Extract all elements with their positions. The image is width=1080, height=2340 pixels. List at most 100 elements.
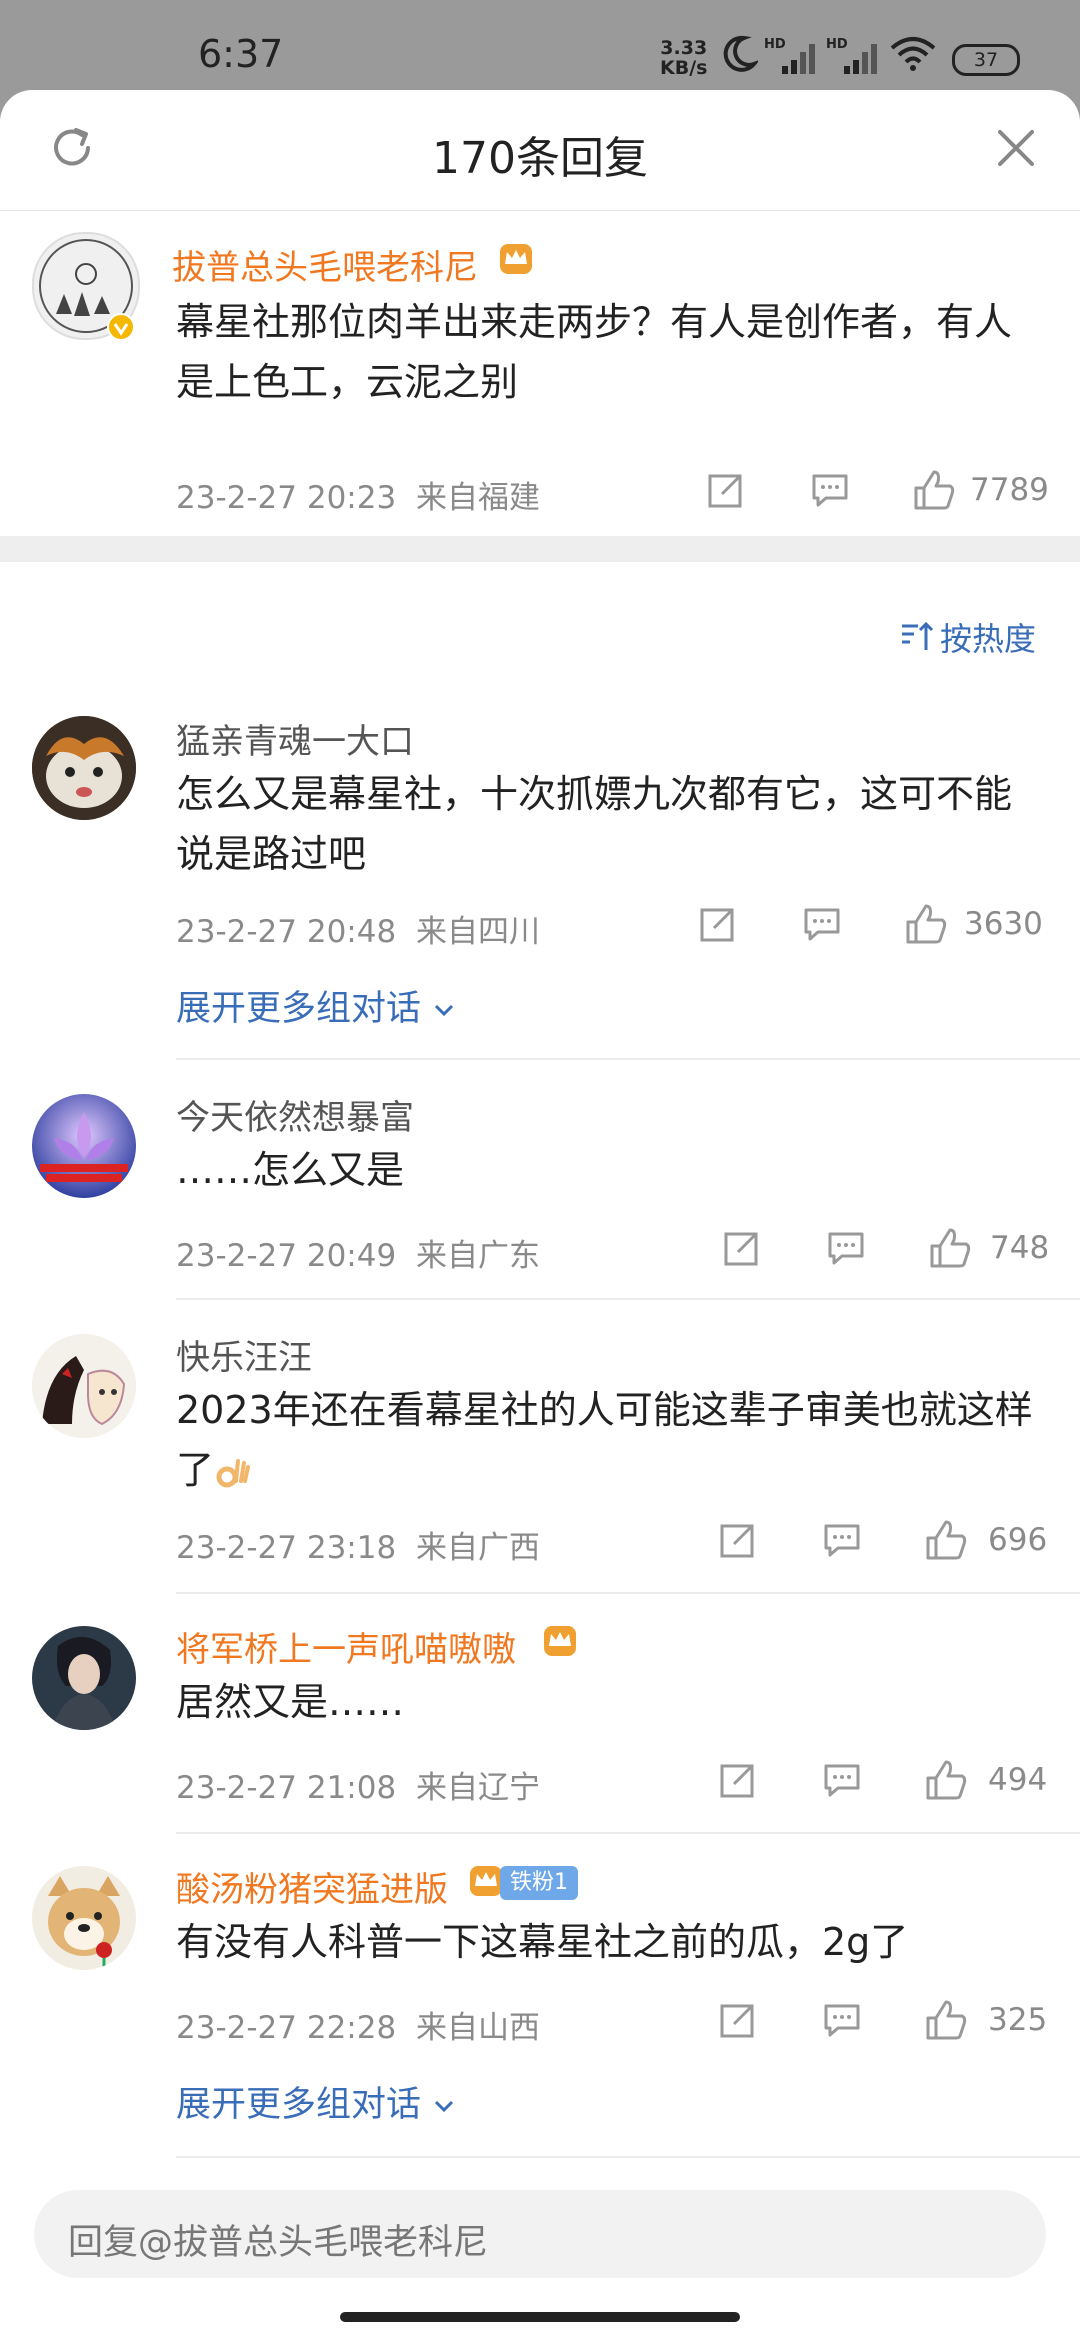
share-icon[interactable] [722,1228,762,1268]
comment-time: 23-2-27 23:18 [176,1530,397,1566]
fan-badge: 铁粉1 [500,1866,578,1900]
comment-meta: 23-2-27 20:49 来自广东 [176,1230,540,1275]
like-icon[interactable] [924,1998,968,2042]
comment-username[interactable]: 酸汤粉猪突猛进版 [176,1862,448,1911]
status-bar: 6:37 3.33 KB/s HD HD 37 [0,0,1080,92]
comment-text-content: 2023年还在看幕星社的人可能这辈子审美也就这样了 [176,1388,1033,1492]
close-icon[interactable] [994,126,1038,170]
comment-location: 来自福建 [416,480,541,516]
svg-text:HD: HD [764,37,786,52]
like-icon[interactable] [904,902,948,946]
comment-text: ……怎么又是 [176,1148,405,1192]
like-icon[interactable] [928,1226,972,1270]
like-icon[interactable] [912,468,956,512]
comment-icon[interactable] [822,1522,862,1558]
svg-text:HD: HD [826,37,848,52]
comment-location: 来自辽宁 [416,1770,541,1806]
like-count: 748 [990,1230,1050,1266]
like-icon[interactable] [924,1518,968,1562]
vip-crown-icon [500,244,532,274]
comment-icon[interactable] [826,1230,866,1266]
comment-username[interactable]: 猛亲青魂一大口 [176,714,414,763]
share-icon[interactable] [718,1760,758,1800]
comment-text: 居然又是…… [176,1680,405,1724]
section-gap [0,536,1080,562]
comment-time: 23-2-27 20:48 [176,914,397,950]
expand-thread-label: 展开更多组对话 [176,989,422,1029]
wifi-icon [890,37,936,71]
comment-meta: 23-2-27 22:28 来自山西 [176,2002,540,2047]
expand-thread-link[interactable]: 展开更多组对话 [176,980,456,1031]
share-icon[interactable] [706,470,746,510]
comment-icon[interactable] [822,1762,862,1798]
home-indicator[interactable] [340,2312,740,2322]
cat-avatar-icon [32,716,136,820]
comment-icon[interactable] [822,2002,862,2038]
like-count: 3630 [964,906,1043,942]
comment-text: 怎么又是幕星社，十次抓嫖九次都有它，这可不能说是路过吧 [176,772,1013,876]
sort-icon [902,621,934,650]
reply-input[interactable]: 回复@拔普总头毛喂老科尼 [34,2190,1046,2278]
signal-icon-2: HD [826,37,877,74]
expand-thread-label: 展开更多组对话 [176,2085,422,2125]
comment-location: 来自广西 [416,1530,541,1566]
comment-username[interactable]: 今天依然想暴富 [176,1090,414,1139]
comment-time: 23-2-27 22:28 [176,2010,397,2046]
avatar[interactable] [32,1334,136,1438]
root-comment-text: 幕星社那位肉羊出来走两步？有人是创作者，有人是上色工，云泥之别 [176,300,1013,404]
lotus-avatar-icon [32,1094,136,1198]
horse-avatar-icon [32,1334,136,1438]
divider [176,1058,1080,1060]
comment-username[interactable]: 快乐汪汪 [176,1330,312,1379]
share-icon[interactable] [718,2000,758,2040]
comment-time: 23-2-27 20:49 [176,1238,397,1274]
comment-icon[interactable] [810,472,850,508]
expand-thread-link[interactable]: 展开更多组对话 [176,2076,456,2127]
comment-meta: 23-2-27 20:48 来自四川 [176,906,540,951]
divider [176,1832,1080,1834]
net-speed: 3.33 KB/s [660,37,708,79]
sheet-header: 170条回复 [0,90,1080,211]
dog-avatar-icon [32,1866,136,1970]
vip-crown-icon [544,1626,576,1656]
divider [176,2156,1080,2158]
reply-placeholder: 回复@拔普总头毛喂老科尼 [68,2223,489,2263]
comment-icon[interactable] [802,906,842,942]
comment-time: 23-2-27 20:23 [176,480,397,516]
like-count: 696 [988,1522,1048,1558]
share-icon[interactable] [698,904,738,944]
sheet-title: 170条回复 [432,133,648,184]
ok-hand-emoji-icon [216,1458,251,1487]
replies-sheet: 170条回复 拔普总头毛喂老科尼 幕星社那位肉羊出来走两步？有人是创作者，有人是… [0,90,1080,2340]
comment-time: 23-2-27 21:08 [176,1770,397,1806]
avatar[interactable] [32,1626,136,1730]
comment-location: 来自广东 [416,1238,541,1274]
chevron-down-icon [435,2100,454,2113]
comment-meta: 23-2-27 23:18 来自广西 [176,1522,540,1567]
comment-username[interactable]: 将军桥上一声吼喵嗷嗷 [176,1622,516,1671]
divider [176,1592,1080,1594]
like-count: 7789 [970,472,1049,508]
chevron-down-icon [435,1004,454,1017]
verified-icon [107,313,135,341]
root-username[interactable]: 拔普总头毛喂老科尼 [172,240,478,289]
like-count: 494 [988,1762,1048,1798]
character-avatar-icon [32,1626,136,1730]
like-icon[interactable] [924,1758,968,1802]
sort-label: 按热度 [940,620,1037,658]
root-meta: 23-2-27 20:23 来自福建 [176,472,540,517]
comment-location: 来自山西 [416,2010,541,2046]
comment-text: 有没有人科普一下这幕星社之前的瓜，2g了 [176,1920,909,1964]
share-icon[interactable] [718,1520,758,1560]
avatar[interactable] [32,716,136,820]
comment-location: 来自四川 [416,914,541,950]
like-count: 325 [988,2002,1048,2038]
status-time: 6:37 [198,32,284,76]
battery-indicator: 37 [952,44,1020,76]
avatar[interactable] [32,1094,136,1198]
divider [176,1298,1080,1300]
comment-text: 2023年还在看幕星社的人可能这辈子审美也就这样了 [176,1380,1046,1500]
signal-icon-1: HD [764,37,815,74]
avatar[interactable] [32,1866,136,1970]
comment-meta: 23-2-27 21:08 来自辽宁 [176,1762,540,1807]
